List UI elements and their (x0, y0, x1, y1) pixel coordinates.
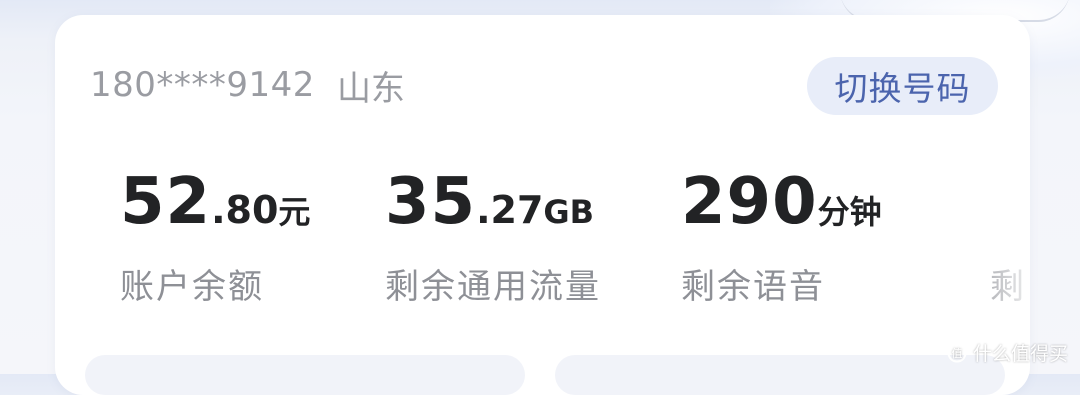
province-label: 山东 (336, 68, 405, 109)
stat-voice-label: 剩余语音 (681, 267, 825, 307)
account-header: 180****9142 山东 (90, 63, 405, 109)
stat-balance[interactable]: 52 .80 元 账户余额 (120, 165, 380, 308)
watermark-text: 什么值得买 (972, 343, 1068, 365)
stat-data[interactable]: 35 .27 GB 剩余通用流量 (385, 165, 645, 308)
stat-data-integer: 35 (385, 165, 477, 239)
stat-balance-value: 52 .80 元 (120, 165, 380, 239)
bottom-card-left[interactable] (85, 355, 525, 395)
stat-balance-label: 账户余额 (120, 267, 264, 307)
stat-voice[interactable]: 290 分钟 剩余语音 (681, 165, 941, 308)
stat-voice-value: 290 分钟 (681, 165, 941, 239)
svg-text:值: 值 (951, 347, 962, 360)
account-card: 180****9142 山东 切换号码 52 .80 元 账户余额 35 .27… (55, 15, 1030, 395)
stat-data-label: 剩余通用流量 (385, 267, 601, 307)
stat-data-unit: GB (543, 193, 595, 231)
switch-number-button[interactable]: 切换号码 (807, 57, 998, 115)
stat-data-value: 35 .27 GB (385, 165, 645, 239)
zhide-logo-icon: 值 (947, 343, 967, 362)
watermark: 值 什么值得买 (947, 339, 1068, 366)
stat-voice-integer: 290 (681, 165, 818, 239)
stat-balance-integer: 52 (120, 165, 212, 239)
phone-number: 180****9142 (90, 65, 315, 105)
scroll-fade (960, 175, 1030, 345)
bottom-card-right[interactable] (555, 355, 1005, 395)
stat-balance-decimal: .80 (211, 188, 279, 232)
stat-voice-unit: 分钟 (817, 193, 882, 231)
stat-balance-unit: 元 (278, 193, 311, 231)
stat-data-decimal: .27 (476, 188, 544, 232)
